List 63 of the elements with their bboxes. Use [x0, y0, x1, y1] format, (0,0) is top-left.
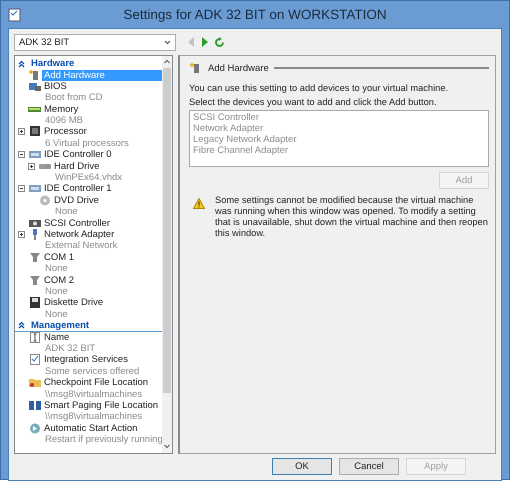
- warning-text: Some settings cannot be modified because the virtual machine was running when this window was opened. To modify a setting that is unavailable, shut down the virtual machine and then reopen this window.: [215, 195, 489, 239]
- panel-title: Add Hardware: [208, 62, 269, 74]
- tree-item-detail: Some services offered: [44, 366, 140, 378]
- tree-item-detail: \\msg8\virtualmachines: [44, 411, 144, 423]
- tree-item-detail: Boot from CD: [44, 92, 103, 104]
- checklist-icon: [28, 354, 42, 366]
- tree-item-detail: 6 Virtual processors: [44, 138, 129, 150]
- intro-text: You can use this setting to add devices to your virtual machine.: [189, 82, 450, 94]
- expand-icon[interactable]: [28, 162, 35, 170]
- vm-dropdown[interactable]: ADK 32 BIT: [14, 34, 176, 50]
- tree-item[interactable]: DVD Drive: [52, 194, 101, 206]
- tree-item[interactable]: IDE Controller 0: [42, 149, 114, 161]
- tree-item[interactable]: COM 1: [42, 252, 76, 264]
- tree-item-detail: 4096 MB: [44, 115, 84, 126]
- tree-item[interactable]: COM 2: [42, 274, 76, 286]
- tree-item-detail: Restart if previously running: [44, 434, 162, 446]
- section-heading: Management: [31, 320, 90, 331]
- scrollbar[interactable]: [162, 56, 172, 453]
- tree-item-detail: External Network: [44, 240, 118, 252]
- chevron-down-icon: [164, 40, 171, 44]
- controller-icon: [28, 183, 42, 194]
- collapse-chevrons-icon[interactable]: [18, 60, 25, 68]
- tree-item[interactable]: BIOS: [42, 80, 103, 92]
- tree-item[interactable]: SCSI Controller: [42, 218, 112, 229]
- refresh-icon[interactable]: [214, 36, 225, 48]
- expand-icon[interactable]: [18, 128, 25, 136]
- tree-item[interactable]: Integration Services: [42, 354, 140, 366]
- controller-icon: [28, 149, 42, 160]
- tree-item[interactable]: Automatic Start Action: [42, 422, 162, 434]
- dialog-button[interactable]: OK: [272, 458, 332, 475]
- section-heading: Hardware: [31, 58, 74, 70]
- tree-item[interactable]: Smart Paging File Location: [42, 400, 160, 412]
- tree-item-detail: None: [44, 286, 69, 298]
- tree-item[interactable]: Network Adapter: [42, 228, 118, 240]
- forward-icon[interactable]: [201, 37, 208, 47]
- tree-item-detail: None: [44, 308, 69, 320]
- processor-icon: [28, 126, 42, 138]
- tree-item-detail: None: [54, 206, 79, 218]
- disc-icon: [38, 194, 52, 206]
- tree-item-detail: None: [44, 263, 69, 275]
- folder-icon: [28, 377, 42, 388]
- play-icon: [28, 422, 42, 434]
- tree-item-detail: WinPEx64.vhdx: [54, 172, 122, 184]
- warning-icon: [193, 198, 205, 209]
- tree-item[interactable]: Processor: [42, 126, 129, 138]
- tree-item[interactable]: Memory: [42, 104, 84, 116]
- prompt-text: Select the devices you want to add and click the Add button.: [189, 96, 438, 108]
- text-cursor-icon: [28, 332, 42, 343]
- scsi-controller-icon: [28, 218, 42, 229]
- window-title: Settings for ADK 32 BIT on WORKSTATION: [122, 7, 388, 22]
- window-icon: [8, 8, 22, 22]
- dialog-button[interactable]: Cancel: [339, 458, 399, 475]
- tree-item-detail: \\msg8\virtualmachines: [44, 388, 144, 400]
- collapse-icon[interactable]: [18, 185, 25, 192]
- tree-item[interactable]: Name: [42, 332, 96, 343]
- collapse-chevrons-icon[interactable]: [18, 321, 25, 330]
- collapse-icon[interactable]: [18, 151, 25, 158]
- tree-item[interactable]: Checkpoint File Location: [42, 377, 150, 389]
- tree-item[interactable]: Diskette Drive: [42, 297, 106, 309]
- tree-item-detail: ADK 32 BIT: [44, 342, 96, 354]
- tree-item[interactable]: Hard Drive: [52, 160, 122, 172]
- expand-icon[interactable]: [18, 230, 25, 238]
- tree-item[interactable]: IDE Controller 1: [42, 183, 114, 195]
